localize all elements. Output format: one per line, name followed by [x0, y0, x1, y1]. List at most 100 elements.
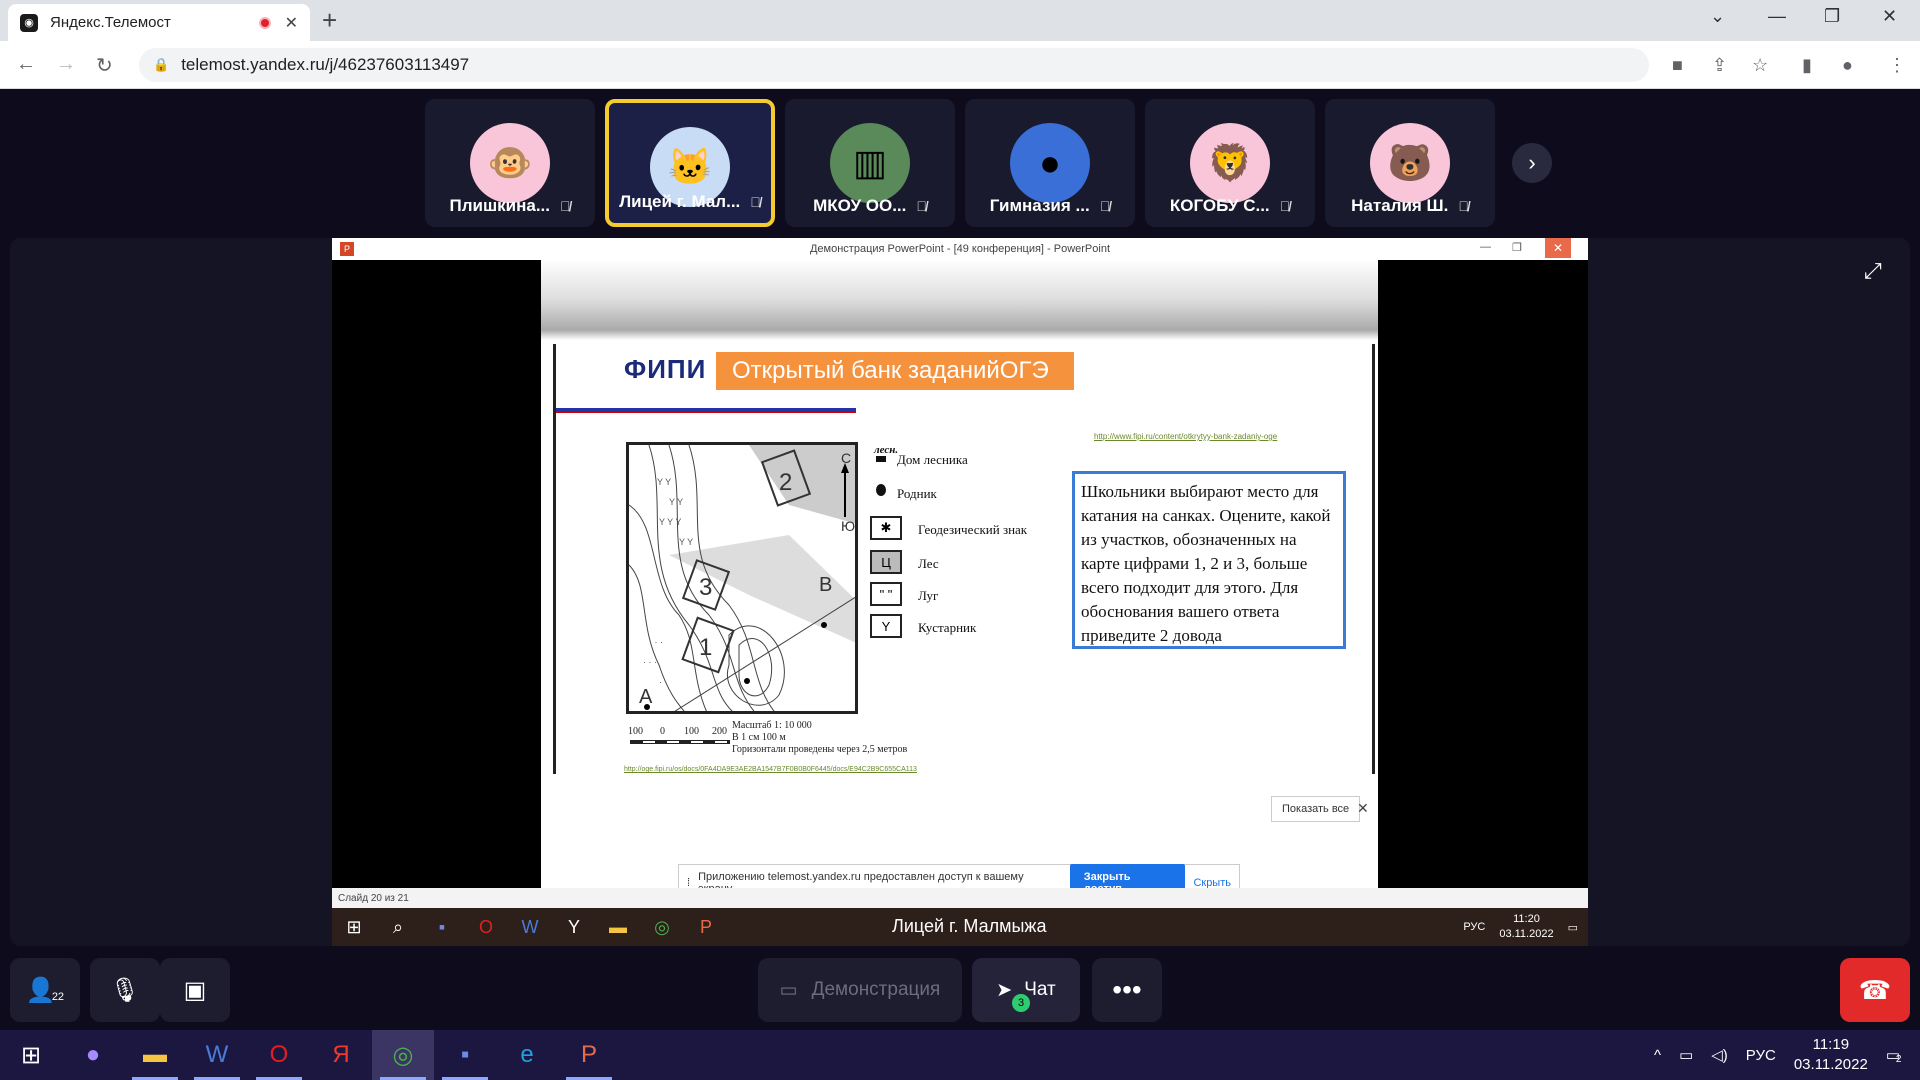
url-field[interactable]: 🔒 telemost.yandex.ru/j/46237603113497: [139, 48, 1649, 82]
participant-tile[interactable]: ● Гимназия ... 🎙̸: [965, 99, 1135, 227]
file-explorer-icon[interactable]: ▬: [124, 1030, 186, 1080]
word-icon[interactable]: W: [186, 1030, 248, 1080]
svg-text:Υ Υ Υ: Υ Υ Υ: [659, 517, 681, 527]
screen-share-button[interactable]: ▭ Демонстрация: [758, 958, 962, 1022]
participant-name-row: Гимназия ... 🎙̸: [965, 193, 1135, 219]
action-center-icon[interactable]: ▭ 2: [1886, 1046, 1902, 1065]
phone-icon: ☎: [1858, 974, 1892, 1005]
clock-time: 11:19: [1812, 1036, 1850, 1053]
ppt-restore-icon[interactable]: ❐: [1512, 241, 1522, 254]
clock[interactable]: 11:19 03.11.2022: [1794, 1035, 1868, 1075]
back-icon[interactable]: ←: [16, 53, 36, 76]
ppt-window-title: Демонстрация PowerPoint - [49 конференци…: [332, 238, 1588, 260]
task-text: Школьники выбирают место для катания на …: [1072, 471, 1346, 649]
map-label-b: В: [819, 574, 832, 596]
participant-tile[interactable]: 🐻 Наталия Ш. 🎙̸: [1325, 99, 1495, 227]
svg-text:Υ Υ: Υ Υ: [657, 477, 671, 487]
mute-mic-button[interactable]: 🎙: [90, 958, 160, 1022]
reload-icon[interactable]: ↻: [96, 53, 113, 78]
mic-muted-icon: 🎙̸: [1099, 198, 1111, 214]
map-label-2: 2: [779, 469, 792, 496]
shared-tray: РУС 11:20 03.11.2022 ▭: [1463, 912, 1578, 942]
camera-off-button[interactable]: ▣: [160, 958, 230, 1022]
side-panel-icon[interactable]: ▮: [1802, 55, 1812, 76]
mic-muted-icon: 🎙̸: [1458, 198, 1469, 214]
svg-text:Υ Υ: Υ Υ: [669, 497, 683, 507]
legend-title: лесн.: [874, 444, 899, 456]
scale-tick: 200: [712, 726, 727, 737]
yandex-browser-icon[interactable]: Я: [310, 1030, 372, 1080]
map-label-south: Ю: [841, 518, 855, 534]
language-indicator[interactable]: РУС: [1746, 1047, 1776, 1064]
shared-tray-lang: РУС: [1463, 921, 1486, 933]
maximize-button[interactable]: ❐: [1824, 6, 1840, 27]
scale-bar: [630, 740, 730, 744]
folder-icon: ▬: [609, 916, 627, 937]
spring-icon: [876, 484, 886, 496]
shared-tray-time: 11:20: [1513, 913, 1540, 925]
chrome-icon[interactable]: ◎: [372, 1030, 434, 1080]
scale-tick: 0: [660, 726, 665, 737]
slide-viewport: ФИПИ Открытый банк заданийОГЭ http://www…: [541, 260, 1378, 930]
volume-icon[interactable]: ◁): [1711, 1046, 1728, 1064]
start-button-icon[interactable]: ⊞: [0, 1030, 62, 1080]
participant-tile[interactable]: 🐱 Лицей г. Мал... 🎙̸: [605, 99, 775, 227]
shared-screen: Демонстрация PowerPoint - [49 конференци…: [332, 238, 1588, 946]
mic-muted-icon: 🎙̸: [560, 198, 571, 214]
close-window-button[interactable]: ✕: [1882, 6, 1897, 27]
next-participants-button[interactable]: ›: [1512, 143, 1552, 183]
clock-date: 03.11.2022: [1793, 1056, 1868, 1073]
geodetic-mark-icon: ✱: [870, 516, 902, 540]
mic-muted-icon: 🎙̸: [750, 194, 761, 210]
alice-icon[interactable]: ●: [62, 1030, 124, 1080]
share-icon[interactable]: ⇪: [1712, 55, 1727, 76]
forester-house-icon: [876, 456, 886, 462]
ppt-close-icon[interactable]: ✕: [1545, 238, 1571, 258]
shrub-icon: Υ: [870, 614, 902, 638]
menu-icon[interactable]: ⋮: [1888, 55, 1906, 76]
chat-button[interactable]: ➤ 3 Чат: [972, 958, 1080, 1022]
ppt-minimize-icon[interactable]: —: [1480, 241, 1491, 253]
start-icon: ⊞: [346, 916, 362, 937]
tray-expand-icon[interactable]: ^: [1654, 1047, 1661, 1064]
opera-icon[interactable]: O: [248, 1030, 310, 1080]
address-bar-row: ← → ↻ 🔒 telemost.yandex.ru/j/46237603113…: [0, 41, 1920, 89]
profile-icon[interactable]: ●: [1842, 55, 1853, 76]
tab-title: Яндекс.Телемост: [50, 14, 171, 31]
speaker-name: Лицей г. Малмыжа: [892, 916, 1047, 936]
participant-tile[interactable]: ▥ МКОУ ОО... 🎙̸: [785, 99, 955, 227]
fipi-logo: ФИПИ: [624, 354, 707, 384]
save-app-icon[interactable]: ▪: [434, 1030, 496, 1080]
chat-badge: 3: [1012, 994, 1030, 1012]
fullscreen-icon[interactable]: ⤢: [1864, 258, 1882, 284]
fipi-link[interactable]: http://www.fipi.ru/content/otkrytyy-bank…: [1094, 432, 1277, 441]
participant-name-row: Наталия Ш. 🎙̸: [1325, 193, 1495, 219]
add-participant-button[interactable]: 👤 22: [10, 958, 80, 1022]
participant-name-row: Плишкина... 🎙̸: [425, 193, 595, 219]
edge-icon[interactable]: e: [496, 1030, 558, 1080]
svg-text:· ·: · ·: [659, 677, 668, 687]
minimize-button[interactable]: —: [1768, 6, 1786, 27]
more-button[interactable]: •••: [1092, 958, 1162, 1022]
lion-avatar-icon: 🦁: [1190, 123, 1270, 203]
show-all-button[interactable]: Показать все: [1271, 796, 1361, 822]
close-tab-icon[interactable]: ✕: [285, 13, 298, 33]
camera-icon[interactable]: ■: [1672, 55, 1683, 76]
svg-text:· · ·: · · ·: [649, 637, 663, 647]
chat-label: Чат: [1024, 979, 1056, 1000]
powerpoint-icon: P: [699, 916, 712, 937]
close-icon[interactable]: ✕: [1357, 800, 1369, 817]
powerpoint-icon[interactable]: P: [558, 1030, 620, 1080]
network-icon[interactable]: ▭: [1679, 1046, 1693, 1064]
participant-tile[interactable]: 🦁 КОГОБУ С... 🎙̸: [1145, 99, 1315, 227]
tab-search-icon[interactable]: ⌄: [1710, 6, 1725, 27]
end-call-button[interactable]: ☎: [1840, 958, 1910, 1022]
new-tab-button[interactable]: +: [322, 6, 337, 34]
bookmark-star-icon[interactable]: ☆: [1752, 55, 1768, 76]
search-icon: ⌕: [392, 916, 404, 937]
forward-icon[interactable]: →: [56, 53, 76, 76]
browser-tab[interactable]: ◉ Яндекс.Телемост ✕: [8, 4, 310, 41]
participant-tile[interactable]: 🐵 Плишкина... 🎙̸: [425, 99, 595, 227]
oge-link[interactable]: http://oge.fipi.ru/os/docs/0FA4DA9E3AE2B…: [624, 766, 917, 773]
participant-name: Плишкина...: [449, 196, 551, 215]
